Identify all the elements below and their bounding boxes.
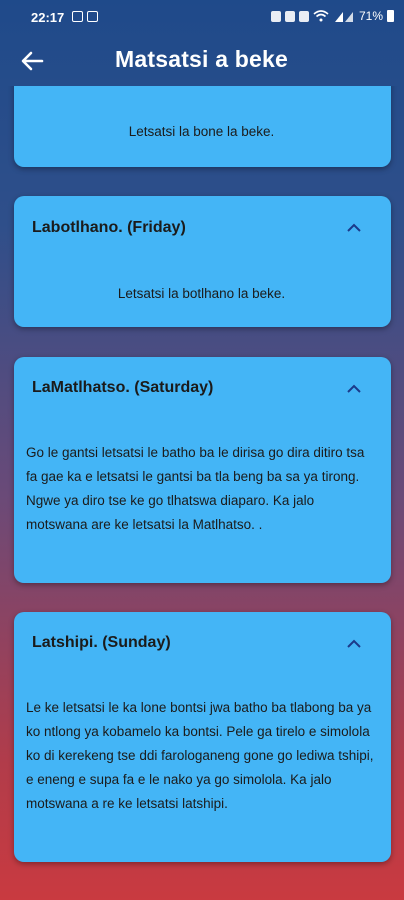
notification-icons — [72, 11, 98, 22]
battery-icon — [387, 10, 394, 22]
status-time: 22:17 — [31, 10, 65, 25]
image-notification-icon — [72, 11, 83, 22]
alarm-icon — [270, 10, 281, 22]
chevron-up-icon[interactable] — [347, 639, 361, 648]
day-list[interactable]: Letsatsi la bone la beke. Labotlhano. (F… — [0, 86, 404, 900]
day-card-description: Go le gantsi letsatsi le batho ba le dir… — [26, 445, 365, 532]
day-card-title: LaMatlhatso. (Saturday) — [32, 379, 214, 396]
battery-percentage: 71% — [358, 9, 383, 23]
mute-icon — [298, 10, 309, 22]
wifi-icon — [313, 10, 329, 22]
day-card-title: Latshipi. (Sunday) — [32, 634, 171, 651]
day-card-thursday[interactable]: Letsatsi la bone la beke. — [14, 86, 391, 167]
day-card-description: Letsatsi la botlhano la beke. — [117, 286, 286, 301]
app-bar: Matsatsi a beke — [0, 36, 404, 86]
status-bar: 22:17 71% — [0, 0, 404, 36]
back-arrow-icon[interactable] — [18, 48, 46, 74]
chevron-up-icon[interactable] — [347, 223, 361, 232]
check-notification-icon — [87, 11, 98, 22]
day-card-friday[interactable]: Labotlhano. (Friday) Letsatsi la botlhan… — [14, 196, 391, 327]
day-card-title: Labotlhano. (Friday) — [32, 219, 186, 236]
page-title: Matsatsi a beke — [115, 46, 289, 72]
signal-icon — [334, 12, 353, 22]
chevron-up-icon[interactable] — [347, 384, 361, 393]
day-card-description: Le ke letsatsi le ka lone bontsi jwa bat… — [26, 700, 374, 811]
day-card-saturday[interactable]: LaMatlhatso. (Saturday) Go le gantsi let… — [14, 357, 391, 583]
sim-icon — [284, 10, 295, 22]
day-card-sunday[interactable]: Latshipi. (Sunday) Le ke letsatsi le ka … — [14, 612, 391, 862]
system-icons: 71% — [270, 9, 394, 23]
day-card-description: Letsatsi la bone la beke. — [128, 124, 275, 139]
